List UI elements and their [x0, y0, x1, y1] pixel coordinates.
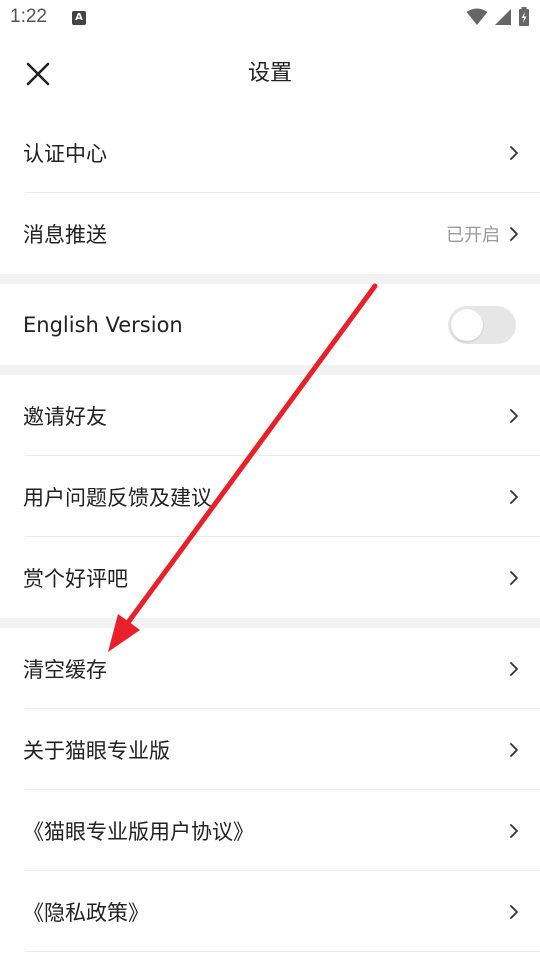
status-bar: 1:22 A	[0, 0, 540, 36]
settings-group-1: 认证中心 消息推送 已开启	[0, 112, 540, 274]
settings-item-english-version: English Version	[0, 284, 540, 365]
settings-item-privacy-policy[interactable]: 《隐私政策》	[0, 871, 540, 952]
section-divider	[0, 365, 540, 375]
settings-item-push-notifications[interactable]: 消息推送 已开启	[0, 193, 540, 274]
settings-item-rate-app[interactable]: 赏个好评吧	[0, 537, 540, 618]
chevron-right-icon	[508, 488, 520, 506]
status-icons	[466, 7, 530, 27]
settings-item-label: 关于猫眼专业版	[23, 738, 170, 763]
settings-group-3: 邀请好友 用户问题反馈及建议 赏个好评吧	[0, 375, 540, 618]
chevron-right-icon	[508, 407, 520, 425]
settings-item-clear-cache[interactable]: 清空缓存	[0, 628, 540, 709]
wifi-icon	[466, 8, 488, 25]
settings-item-verification-center[interactable]: 认证中心	[0, 112, 540, 193]
title-bar: 设置	[0, 36, 540, 112]
settings-item-label: 《猫眼专业版用户协议》	[23, 819, 254, 844]
page-title: 设置	[247, 61, 292, 86]
settings-item-label: English Version	[23, 312, 183, 337]
chevron-right-icon	[508, 225, 520, 243]
settings-item-label: 消息推送	[23, 222, 107, 247]
chevron-right-icon	[508, 660, 520, 678]
close-icon[interactable]	[22, 58, 54, 90]
settings-item-label: 清空缓存	[23, 657, 107, 682]
chevron-right-icon	[508, 144, 520, 162]
settings-item-invite-friends[interactable]: 邀请好友	[0, 375, 540, 456]
battery-icon	[519, 7, 529, 26]
notification-a-icon: A	[72, 11, 86, 25]
chevron-right-icon	[508, 822, 520, 840]
settings-item-user-agreement[interactable]: 《猫眼专业版用户协议》	[0, 790, 540, 871]
settings-item-label: 赏个好评吧	[23, 566, 128, 591]
section-divider	[0, 618, 540, 628]
settings-group-4: 清空缓存 关于猫眼专业版 《猫眼专业版用户协议》 《隐私政策》	[0, 628, 540, 952]
english-version-toggle[interactable]	[448, 305, 516, 344]
toggle-knob	[451, 308, 483, 341]
settings-item-label: 邀请好友	[23, 404, 107, 429]
chevron-right-icon	[508, 741, 520, 759]
signal-icon	[495, 9, 511, 25]
settings-item-label: 用户问题反馈及建议	[23, 485, 212, 510]
push-status-value: 已开启	[446, 224, 500, 246]
settings-item-feedback[interactable]: 用户问题反馈及建议	[0, 456, 540, 537]
settings-item-label: 认证中心	[23, 141, 107, 166]
settings-group-2: English Version	[0, 284, 540, 365]
chevron-right-icon	[508, 569, 520, 587]
status-time: 1:22	[10, 6, 47, 27]
chevron-right-icon	[508, 903, 520, 921]
settings-item-label: 《隐私政策》	[23, 900, 149, 925]
section-divider	[0, 274, 540, 284]
settings-item-about[interactable]: 关于猫眼专业版	[0, 709, 540, 790]
